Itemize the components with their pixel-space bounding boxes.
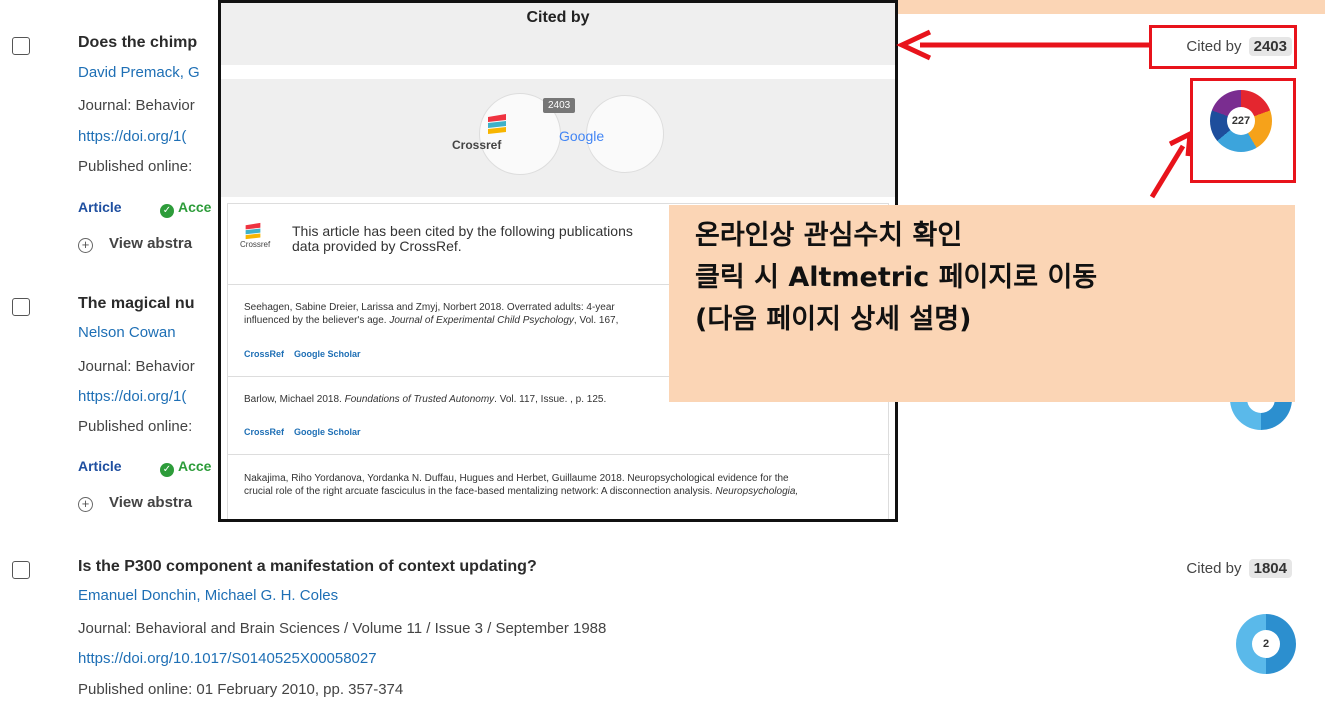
annotation-line: 클릭 시 Altmetric 페이지로 이동 bbox=[695, 262, 1098, 293]
annotation-line: 온라인상 관심수치 확인 bbox=[695, 220, 963, 251]
annotation-line: (다음 페이지 상세 설명) bbox=[695, 304, 972, 335]
annotation-note: 온라인상 관심수치 확인 클릭 시 Altmetric 페이지로 이동 (다음 … bbox=[669, 205, 1295, 402]
